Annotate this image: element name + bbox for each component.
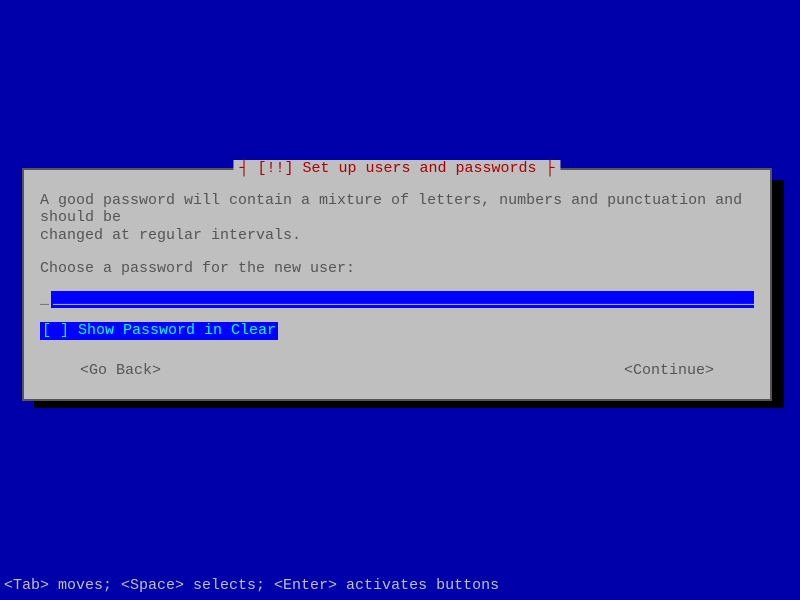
password-prompt: Choose a password for the new user: bbox=[40, 260, 754, 277]
dialog-body-text: A good password will contain a mixture o… bbox=[40, 192, 754, 244]
cursor-indicator: _ bbox=[40, 291, 51, 308]
show-password-checkbox[interactable]: [ ] Show Password in Clear bbox=[40, 322, 278, 339]
nav-row: <Go Back> <Continue> bbox=[40, 362, 754, 383]
password-row: _ ______________________________________… bbox=[40, 291, 754, 308]
password-input[interactable]: ________________________________________… bbox=[51, 291, 754, 308]
dialog-title: ┤ [!!] Set up users and passwords ├ bbox=[233, 160, 560, 177]
continue-button[interactable]: <Continue> bbox=[624, 362, 714, 379]
checkbox-marker: [ ] bbox=[42, 322, 69, 339]
go-back-button[interactable]: <Go Back> bbox=[80, 362, 161, 379]
dialog-title-text: [!!] Set up users and passwords bbox=[257, 160, 536, 177]
password-dialog: ┤ [!!] Set up users and passwords ├ A go… bbox=[22, 168, 772, 401]
status-bar: <Tab> moves; <Space> selects; <Enter> ac… bbox=[0, 577, 503, 594]
checkbox-label: Show Password in Clear bbox=[78, 322, 276, 339]
